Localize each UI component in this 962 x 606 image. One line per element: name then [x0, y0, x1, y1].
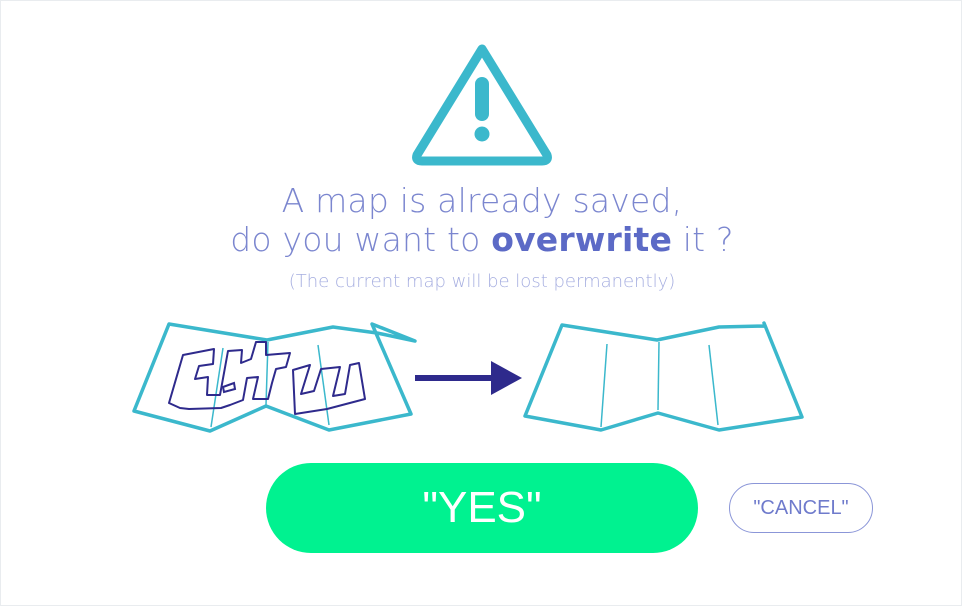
title-line-2: do you want to overwrite it ? — [1, 220, 962, 259]
map-with-path-icon — [132, 322, 417, 433]
overwrite-dialog: A map is already saved, do you want to o… — [0, 0, 962, 606]
empty-map-icon — [523, 321, 804, 432]
warning-triangle-icon — [412, 44, 552, 166]
yes-button[interactable]: "YES" — [266, 463, 698, 553]
dialog-subtitle: (The current map will be lost permanentl… — [288, 271, 676, 292]
title-line-2-prefix: do you want to — [230, 220, 492, 259]
title-line-2-suffix: it ? — [672, 220, 734, 259]
cancel-button[interactable]: "CANCEL" — [729, 483, 873, 533]
arrow-right-icon — [415, 361, 522, 395]
dialog-title: A map is already saved, do you want to o… — [1, 181, 962, 259]
map-overwrite-illustration — [132, 321, 804, 433]
title-line-1: A map is already saved, — [281, 181, 683, 220]
title-emphasis-overwrite: overwrite — [491, 220, 673, 259]
